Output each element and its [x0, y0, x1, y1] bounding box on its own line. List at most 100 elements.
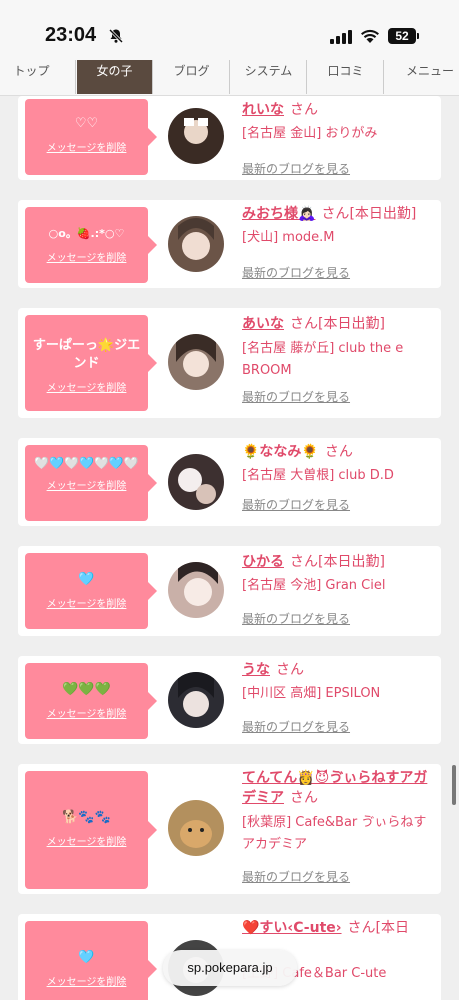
avatar-photo	[168, 216, 224, 272]
girl-info: てんてん👸😈ゔぃらねすアガデミア さん [秋葉原] Cafe&Bar ゔぃらねすア…	[242, 768, 437, 885]
honorific: さん	[321, 206, 350, 222]
avatar[interactable]	[168, 454, 224, 510]
shop-name: [名古屋 今池] Gran Ciel	[242, 578, 386, 593]
delete-message-link[interactable]: メッセージを削除	[25, 595, 148, 610]
tab-girls[interactable]: 女の子	[77, 60, 153, 94]
shop-name: [中川区 高畑] EPSILON	[242, 686, 381, 701]
honorific: さん	[290, 102, 318, 118]
avatar-photo	[168, 334, 224, 390]
avatar[interactable]	[168, 800, 224, 856]
latest-blog-link[interactable]: 最新のブログを見る	[242, 718, 437, 735]
girl-info: ひかる さん[本日出勤] [名古屋 今池] Gran Ciel 最新のブログを見る	[242, 552, 437, 627]
latest-blog-link[interactable]: 最新のブログを見る	[242, 610, 437, 627]
message-text: ○o。🍓.:*○♡	[48, 227, 125, 240]
message-bubble: 🩵 メッセージを削除	[25, 921, 157, 1000]
honorific: さん	[276, 662, 304, 678]
girl-info: あいな さん[本日出勤] [名古屋 藤が丘] club the e BROOM 最…	[242, 314, 437, 405]
delete-message-link[interactable]: メッセージを削除	[25, 833, 148, 848]
honorific: さん	[290, 316, 318, 332]
delete-message-link[interactable]: メッセージを削除	[25, 139, 148, 154]
girl-info: みおち様🙇🏻‍♀️ さん[本日出勤] [犬山] mode.M 最新のブログを見る	[242, 204, 437, 281]
shop-name: [名古屋 金山] おりがみ	[242, 126, 378, 141]
message-bubble: 🩵 メッセージを削除	[25, 553, 157, 629]
girl-name[interactable]: れいな	[242, 102, 284, 118]
message-text: 🤍🩵🤍🩵🤍🩵🤍	[34, 456, 139, 470]
avatar[interactable]	[168, 562, 224, 618]
avatar-photo	[168, 562, 224, 618]
scrollbar-thumb[interactable]	[452, 765, 456, 805]
girl-name[interactable]: ひかる	[242, 554, 284, 570]
girl-info: うな さん [中川区 高畑] EPSILON 最新のブログを見る	[242, 660, 437, 735]
latest-blog-link[interactable]: 最新のブログを見る	[242, 160, 437, 177]
girl-name[interactable]: あいな	[242, 316, 284, 332]
cellular-signal-icon	[330, 30, 352, 44]
latest-blog-link[interactable]: 最新のブログを見る	[242, 264, 437, 281]
status-tag: [本日出勤]	[318, 554, 385, 570]
girl-info: 🌻ななみ🌻 さん [名古屋 大曽根] club D.D 最新のブログを見る	[242, 442, 437, 513]
delete-message-link[interactable]: メッセージを削除	[25, 973, 148, 988]
message-text: 💚💚💚	[62, 682, 111, 697]
girl-card: ♡♡ メッセージを削除 れいな さん [名古屋 金山] おりがみ 最新のブログを見…	[18, 96, 441, 180]
message-bubble: 🤍🩵🤍🩵🤍🩵🤍 メッセージを削除	[25, 445, 157, 521]
avatar-photo	[168, 672, 224, 728]
status-tag: [本日出勤]	[318, 316, 385, 332]
honorific: さん	[324, 444, 353, 460]
girl-name[interactable]: みおち様🙇🏻‍♀️	[242, 206, 315, 222]
message-text: 🐕🐾🐾	[62, 810, 111, 825]
girl-card: 🐕🐾🐾 メッセージを削除 てんてん👸😈ゔぃらねすアガデミア さん [秋葉原] Ca…	[18, 764, 441, 894]
latest-blog-link[interactable]: 最新のブログを見る	[242, 868, 437, 885]
avatar[interactable]	[168, 216, 224, 272]
delete-message-link[interactable]: メッセージを削除	[25, 379, 148, 394]
message-text: すーぱーっ🌟ジエンド	[32, 338, 141, 371]
message-bubble: ○o。🍓.:*○♡ メッセージを削除	[25, 207, 157, 283]
status-tag: [本日	[375, 920, 409, 936]
message-bubble: 🐕🐾🐾 メッセージを削除	[25, 771, 157, 889]
url-bar[interactable]: sp.pokepara.jp	[163, 950, 297, 986]
message-bubble: ♡♡ メッセージを削除	[25, 99, 157, 175]
girl-name[interactable]: うな	[242, 662, 270, 678]
shop-name: [名古屋 藤が丘] club the e BROOM	[242, 341, 404, 378]
delete-message-link[interactable]: メッセージを削除	[25, 705, 148, 720]
wifi-icon	[361, 29, 379, 43]
avatar[interactable]	[168, 672, 224, 728]
girl-card: 💚💚💚 メッセージを削除 うな さん [中川区 高畑] EPSILON 最新のブロ…	[18, 656, 441, 744]
girl-name[interactable]: 🌻ななみ🌻	[242, 444, 319, 460]
tab-blog[interactable]: ブログ	[154, 60, 230, 94]
status-bar: 23:04 52	[0, 0, 459, 60]
girl-info: れいな さん [名古屋 金山] おりがみ 最新のブログを見る	[242, 100, 437, 177]
message-text: ♡♡	[74, 116, 99, 131]
avatar[interactable]	[168, 334, 224, 390]
girl-card: すーぱーっ🌟ジエンド メッセージを削除 あいな さん[本日出勤] [名古屋 藤が丘…	[18, 308, 441, 418]
girl-name[interactable]: ❤️すい‹C-ute›	[242, 920, 342, 936]
honorific: さん	[290, 790, 318, 806]
tab-reviews[interactable]: 口コミ	[308, 60, 384, 94]
status-time: 23:04	[45, 24, 97, 46]
shop-name: [犬山] mode.M	[242, 230, 335, 245]
avatar[interactable]	[168, 108, 224, 164]
avatar-photo	[168, 108, 224, 164]
battery-icon: 52	[388, 28, 419, 44]
tab-menu[interactable]: メニュー	[385, 60, 459, 94]
latest-blog-link[interactable]: 最新のブログを見る	[242, 496, 437, 513]
status-tag: [本日出勤]	[349, 206, 417, 222]
bell-off-icon	[108, 28, 124, 44]
shop-name: [名古屋 大曽根] club D.D	[242, 468, 394, 483]
honorific: さん	[347, 920, 376, 936]
delete-message-link[interactable]: メッセージを削除	[25, 249, 148, 264]
favorites-list: ♡♡ メッセージを削除 れいな さん [名古屋 金山] おりがみ 最新のブログを見…	[0, 96, 459, 1000]
avatar-photo	[168, 800, 224, 856]
tab-top[interactable]: トップ	[0, 60, 76, 94]
latest-blog-link[interactable]: 最新のブログを見る	[242, 388, 437, 405]
tab-system[interactable]: システム	[231, 60, 307, 94]
girl-name[interactable]: てんてん👸😈ゔぃらねすアガデミア	[242, 770, 427, 806]
message-text: 🩵	[78, 950, 95, 965]
honorific: さん	[290, 554, 318, 570]
girl-card: 🤍🩵🤍🩵🤍🩵🤍 メッセージを削除 🌻ななみ🌻 さん [名古屋 大曽根] club …	[18, 438, 441, 526]
girl-card: ○o。🍓.:*○♡ メッセージを削除 みおち様🙇🏻‍♀️ さん[本日出勤] [犬山…	[18, 200, 441, 288]
delete-message-link[interactable]: メッセージを削除	[25, 477, 148, 492]
message-text: 🩵	[78, 572, 95, 587]
girl-card: 🩵 メッセージを削除 ひかる さん[本日出勤] [名古屋 今池] Gran Cie…	[18, 546, 441, 636]
tab-bar: トップ 女の子 ブログ システム 口コミ メニュー	[0, 60, 459, 96]
message-bubble: 💚💚💚 メッセージを削除	[25, 663, 157, 739]
shop-name: [秋葉原] Cafe&Bar ゔぃらねすアカデミア	[242, 815, 427, 852]
